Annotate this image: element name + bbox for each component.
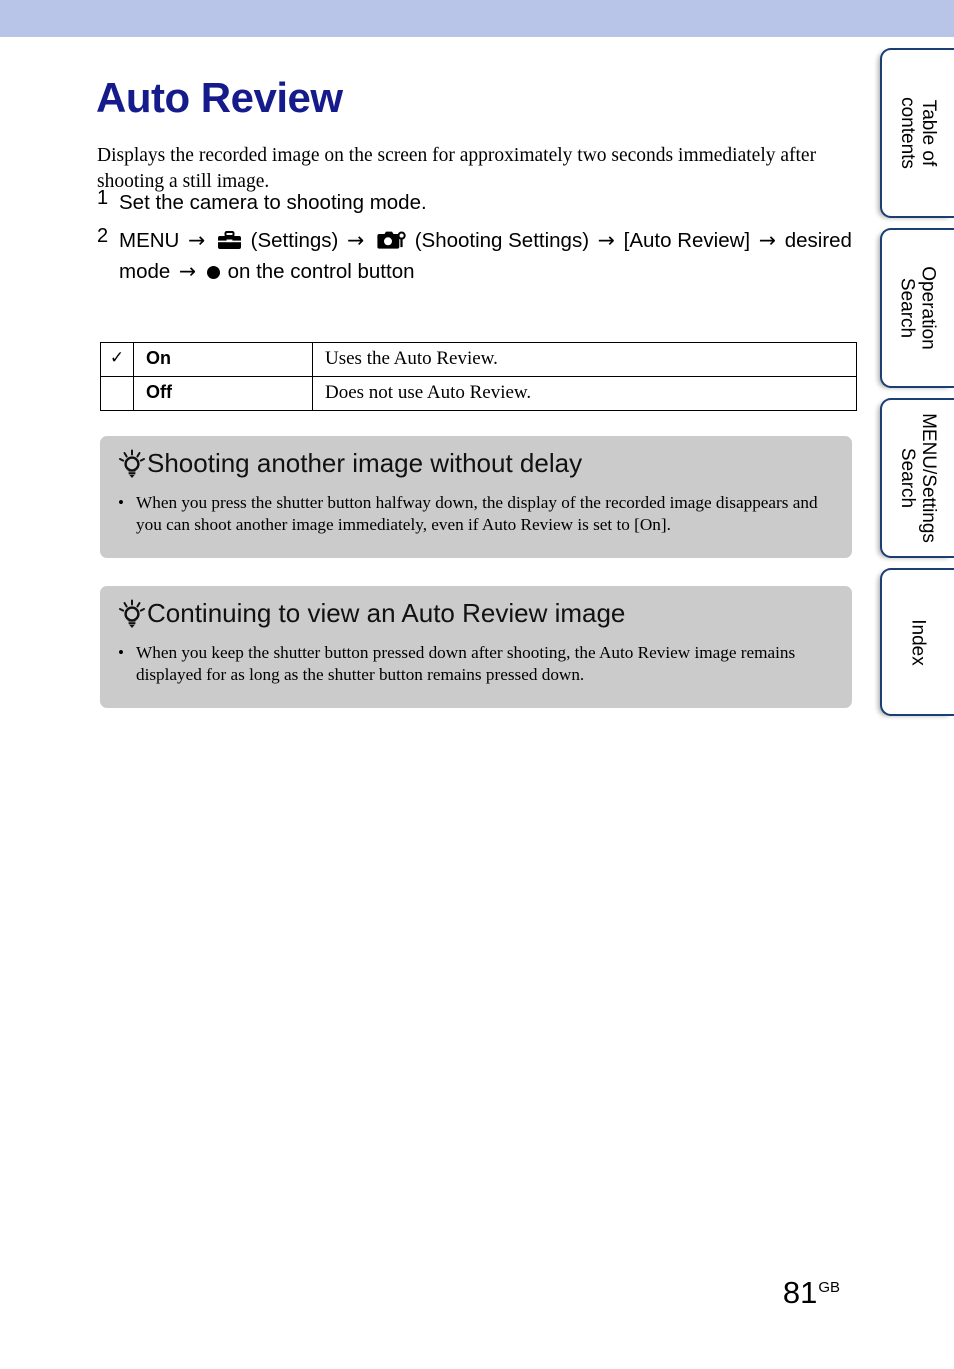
page-content: Auto Review Displays the recorded image … xyxy=(0,37,880,1369)
tip-2-body-row: • When you keep the shutter button press… xyxy=(118,642,834,686)
sidebar-tab-operation-search[interactable]: Operation Search xyxy=(880,228,954,388)
option-description: Uses the Auto Review. xyxy=(325,347,498,369)
header-band xyxy=(0,0,954,37)
row-name-cell: On xyxy=(133,342,313,377)
menu-item-auto-review: [Auto Review] xyxy=(623,229,751,252)
table-row: ✓ On Uses the Auto Review. xyxy=(100,342,857,377)
page-title: Auto Review xyxy=(96,74,343,122)
tab-label-menu-settings-search: MENU/Settings Search xyxy=(897,413,939,543)
region-code: GB xyxy=(818,1278,840,1296)
menu-label: MENU xyxy=(119,229,180,252)
arrow-icon-5: → xyxy=(178,259,197,283)
bullet-icon: • xyxy=(118,493,124,512)
settings-toolbox-icon xyxy=(217,231,242,251)
row-check-cell: ✓ xyxy=(100,342,134,377)
tip-2-heading-row: Continuing to view an Auto Review image xyxy=(118,596,834,630)
arrow-icon-4: → xyxy=(758,228,777,252)
center-button-icon xyxy=(206,266,220,279)
row-description-cell: Uses the Auto Review. xyxy=(312,342,857,377)
tip-box-2: Continuing to view an Auto Review image … xyxy=(100,586,852,708)
page-number: 81GB xyxy=(783,1275,840,1311)
page-number-value: 81 xyxy=(782,1275,818,1310)
step-2: 2 MENU → (Settings) → (Shooting Settings… xyxy=(97,225,857,287)
settings-caption: (Settings) xyxy=(250,229,339,252)
tip-1-heading: Shooting another image without delay xyxy=(147,448,583,478)
shooting-settings-caption: (Shooting Settings) xyxy=(414,229,590,252)
option-description: Does not use Auto Review. xyxy=(325,381,532,403)
shooting-settings-camera-icon xyxy=(376,230,406,251)
tip-1-body-row: • When you press the shutter button half… xyxy=(118,492,834,536)
arrow-icon-2: → xyxy=(347,228,365,252)
tip-1-body: When you press the shutter button halfwa… xyxy=(136,493,818,534)
sidebar-tab-table-of-contents[interactable]: Table of contents xyxy=(880,48,954,218)
row-description-cell: Does not use Auto Review. xyxy=(312,376,857,411)
tab-label-table-of-contents: Table of contents xyxy=(896,97,939,169)
tip-box-1: Shooting another image without delay • W… xyxy=(100,436,852,558)
option-name: Off xyxy=(146,382,172,402)
checkmark-icon: ✓ xyxy=(109,347,125,368)
step-1-text: Set the camera to shooting mode. xyxy=(119,191,427,214)
step-2-number: 2 xyxy=(97,225,109,247)
tip-2-heading: Continuing to view an Auto Review image xyxy=(147,598,626,628)
tip-2-body: When you keep the shutter button pressed… xyxy=(136,643,796,684)
control-button-label: on the control button xyxy=(227,260,415,283)
tip-1-heading-row: Shooting another image without delay xyxy=(118,446,834,480)
side-navigation-tabs: Table of contents Operation Search MENU/Se… xyxy=(880,48,954,726)
row-check-cell xyxy=(100,376,134,411)
lightbulb-icon xyxy=(118,449,146,479)
tab-label-index: Index xyxy=(907,618,929,666)
table-row: Off Does not use Auto Review. xyxy=(100,376,857,411)
instruction-steps: 1 Set the camera to shooting mode. 2 MEN… xyxy=(97,187,857,294)
lightbulb-icon xyxy=(118,599,146,629)
options-table: ✓ On Uses the Auto Review. Off Does not … xyxy=(100,342,857,411)
sidebar-tab-index[interactable]: Index xyxy=(880,568,954,716)
option-name: On xyxy=(146,348,171,368)
arrow-icon-1: → xyxy=(188,228,206,252)
step-2-text: MENU → (Settings) → (Shooting Settings) … xyxy=(119,225,857,287)
row-name-cell: Off xyxy=(133,376,313,411)
tab-label-operation-search: Operation Search xyxy=(897,266,940,350)
sidebar-tab-menu-settings-search[interactable]: MENU/Settings Search xyxy=(880,398,954,558)
arrow-icon-3: → xyxy=(597,228,615,252)
step-1: 1 Set the camera to shooting mode. xyxy=(97,187,857,218)
step-1-number: 1 xyxy=(97,187,109,209)
bullet-icon: • xyxy=(118,643,124,662)
